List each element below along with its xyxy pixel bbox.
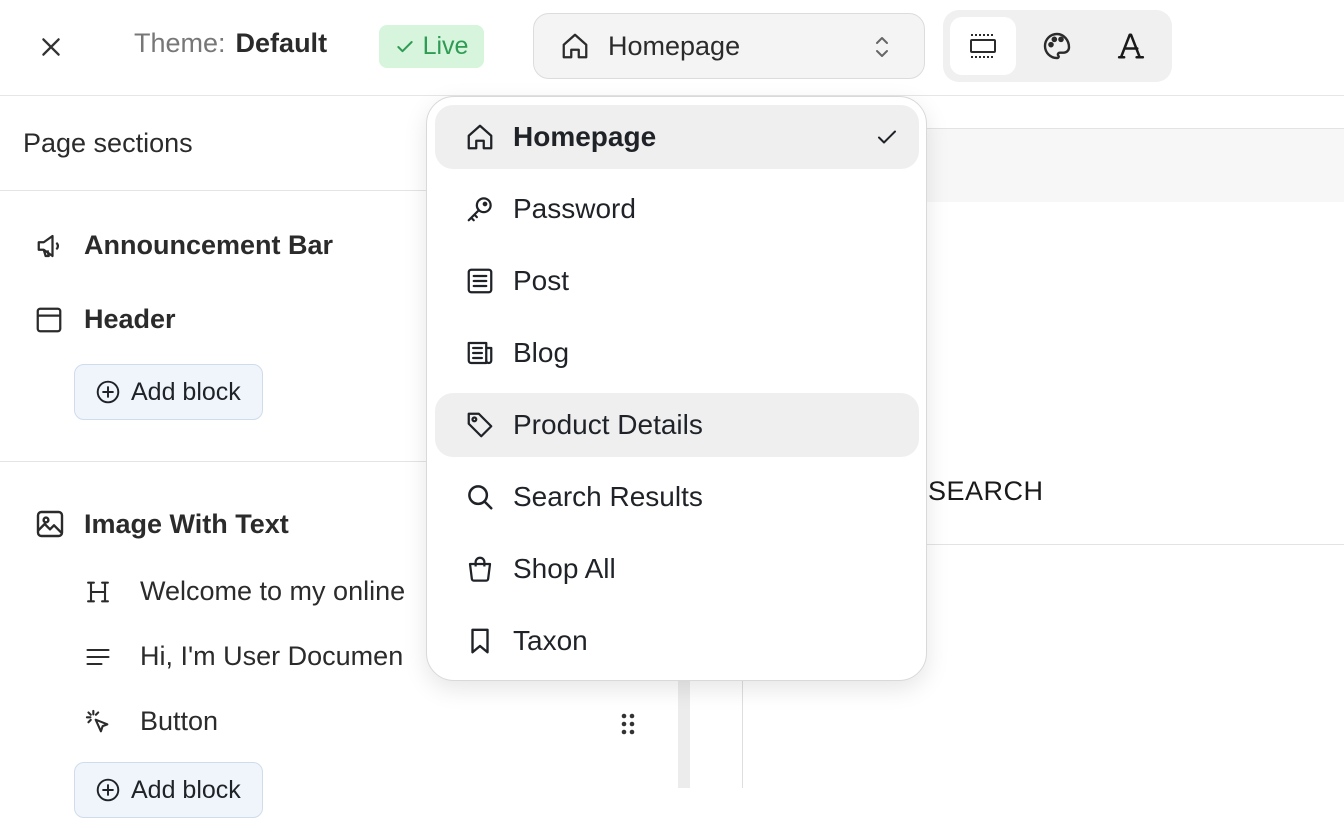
menu-item-post[interactable]: Post xyxy=(435,249,919,313)
image-icon xyxy=(34,508,66,540)
menu-item-label: Homepage xyxy=(513,121,657,152)
view-toolbar xyxy=(943,10,1172,82)
block-label: Welcome to my online xyxy=(140,576,406,606)
menu-item-label: Password xyxy=(513,193,636,224)
menu-item-label: Shop All xyxy=(513,553,616,584)
status-badge: Live xyxy=(379,25,484,68)
text-lines-icon xyxy=(84,643,114,671)
theme-info: Theme: Default xyxy=(134,28,327,59)
status-text: Live xyxy=(422,32,469,60)
home-icon xyxy=(465,122,495,152)
menu-item-label: Search Results xyxy=(513,481,703,512)
menu-item-label: Product Details xyxy=(513,409,703,440)
layout-icon xyxy=(968,32,998,60)
shopping-bag-icon xyxy=(465,554,495,584)
add-block-button[interactable]: Add block xyxy=(74,762,263,818)
close-button[interactable] xyxy=(30,26,72,68)
newspaper-icon xyxy=(465,338,495,368)
sidebar-title: Page sections xyxy=(23,128,193,158)
menu-item-search-results[interactable]: Search Results xyxy=(435,465,919,529)
colors-button[interactable] xyxy=(1024,17,1090,75)
section-label: Image With Text xyxy=(84,508,289,539)
theme-label: Theme: xyxy=(134,28,226,58)
typography-icon xyxy=(1116,31,1146,61)
document-icon xyxy=(465,266,495,296)
close-icon xyxy=(38,34,64,60)
block-label: Hi, I'm User Documen xyxy=(140,641,404,671)
menu-item-label: Post xyxy=(513,265,570,296)
typography-button[interactable] xyxy=(1098,17,1164,75)
menu-item-homepage[interactable]: Homepage xyxy=(435,105,919,169)
block-button[interactable]: Button xyxy=(84,706,218,737)
add-block-button[interactable]: Add block xyxy=(74,364,263,420)
section-label: Announcement Bar xyxy=(84,230,334,260)
block-heading[interactable]: Welcome to my online xyxy=(84,576,405,607)
plus-circle-icon xyxy=(95,379,121,405)
menu-item-product-details[interactable]: Product Details xyxy=(435,393,919,457)
page-selector-label: Homepage xyxy=(608,30,741,61)
menu-item-label: Blog xyxy=(513,337,570,368)
megaphone-icon xyxy=(34,231,66,261)
menu-item-shop-all[interactable]: Shop All xyxy=(435,537,919,601)
section-label: Header xyxy=(84,304,176,334)
plus-circle-icon xyxy=(95,777,121,803)
menu-item-taxon[interactable]: Taxon xyxy=(435,609,919,673)
heading-icon xyxy=(84,578,114,606)
check-icon xyxy=(395,37,415,57)
drag-handle-icon[interactable] xyxy=(616,710,640,738)
theme-name: Default xyxy=(235,28,328,58)
menu-item-label: Taxon xyxy=(513,625,588,656)
section-header[interactable]: Header xyxy=(34,304,176,335)
page-dropdown-menu: Homepage Password Post Blog Product Deta… xyxy=(426,96,927,681)
top-bar: Theme: Default Live Homepage xyxy=(0,0,1344,96)
section-announcement-bar[interactable]: Announcement Bar xyxy=(34,230,333,261)
layout-view-button[interactable] xyxy=(950,17,1016,75)
menu-item-blog[interactable]: Blog xyxy=(435,321,919,385)
cursor-click-icon xyxy=(84,708,114,736)
tag-icon xyxy=(465,410,495,440)
section-image-with-text[interactable]: Image With Text xyxy=(34,508,289,540)
menu-item-password[interactable]: Password xyxy=(435,177,919,241)
page-selector[interactable]: Homepage xyxy=(533,13,925,79)
add-block-label: Add block xyxy=(131,377,241,406)
chevron-up-down-icon xyxy=(872,33,892,61)
block-label: Button xyxy=(140,706,219,736)
block-text[interactable]: Hi, I'm User Documen xyxy=(84,641,403,672)
palette-icon xyxy=(1041,30,1073,62)
preview-search-link[interactable]: SEARCH xyxy=(928,476,1044,507)
add-block-label: Add block xyxy=(131,775,241,804)
check-icon xyxy=(875,125,899,149)
home-icon xyxy=(560,31,590,61)
bookmark-icon xyxy=(465,626,495,656)
key-icon xyxy=(465,194,495,224)
window-icon xyxy=(34,305,66,335)
search-icon xyxy=(465,482,495,512)
